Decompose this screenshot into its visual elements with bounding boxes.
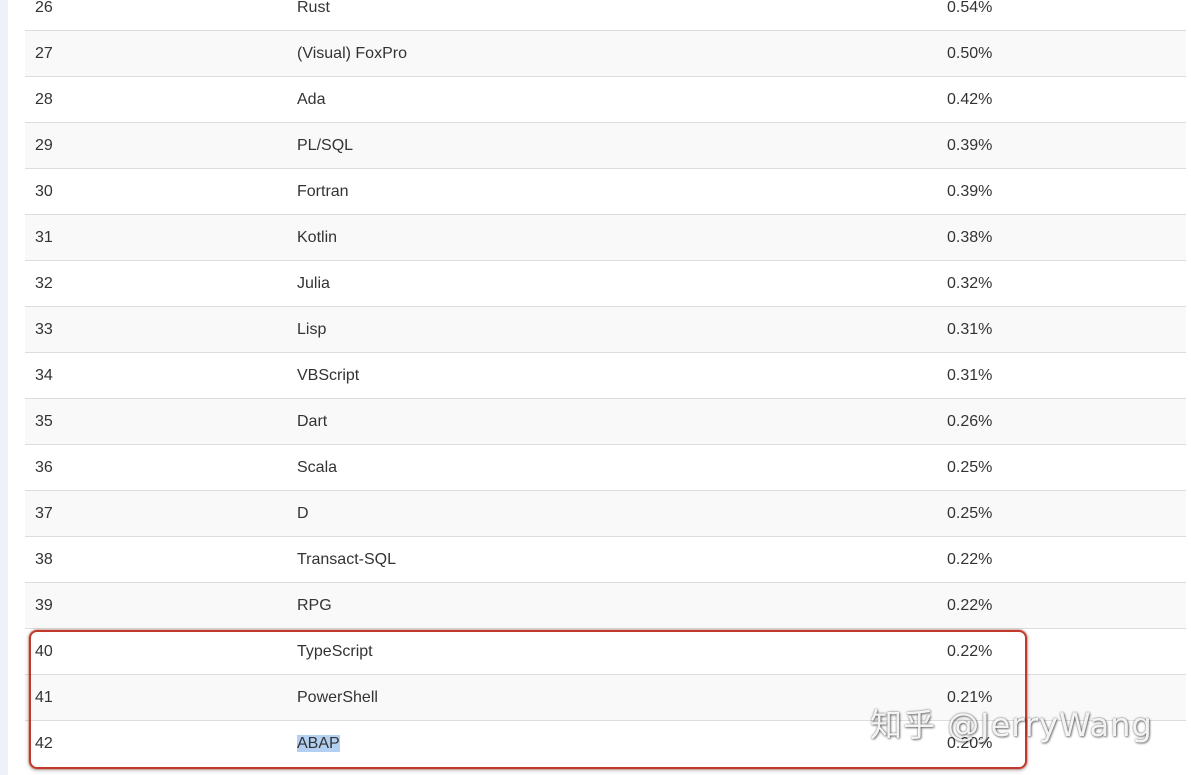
language-cell: Fortran — [297, 169, 349, 214]
language-name: Transact-SQL — [297, 551, 396, 568]
rank-cell: 36 — [35, 459, 53, 476]
language-cell: Dart — [297, 399, 327, 444]
language-cell: Lisp — [297, 307, 326, 352]
rating-cell: 0.22% — [947, 643, 993, 660]
language-name: Rust — [297, 0, 330, 16]
rating-cell: 0.54% — [947, 0, 993, 16]
language-name: PowerShell — [297, 689, 378, 706]
rating-cell: 0.26% — [947, 413, 993, 430]
language-name: VBScript — [297, 367, 360, 384]
rank-cell: 28 — [35, 91, 53, 108]
rank-cell: 41 — [35, 689, 53, 706]
ranking-table: 26 Rust 0.54% 27 (Visual) FoxPro 0.50% 28 Ada 0.… — [25, 0, 1186, 766]
rank-cell: 32 — [35, 275, 53, 292]
language-name: Dart — [297, 413, 328, 430]
rank-cell: 37 — [35, 505, 53, 522]
language-name: PL/SQL — [297, 137, 354, 154]
language-name: Lisp — [297, 321, 327, 338]
language-cell: ABAP — [297, 721, 340, 766]
table-row: 32 Julia 0.32% — [25, 260, 1186, 306]
rank-cell: 30 — [35, 183, 53, 200]
table-row: 35 Dart 0.26% — [25, 398, 1186, 444]
table-row: 37 D 0.25% — [25, 490, 1186, 536]
rank-cell: 42 — [35, 735, 53, 752]
rank-cell: 31 — [35, 229, 53, 246]
language-name: (Visual) FoxPro — [297, 45, 407, 62]
table-row: 28 Ada 0.42% — [25, 76, 1186, 122]
rank-cell: 34 — [35, 367, 53, 384]
language-cell: Rust — [297, 0, 330, 30]
left-sidebar-edge — [0, 0, 8, 775]
language-cell: PowerShell — [297, 675, 378, 720]
table-row: 31 Kotlin 0.38% — [25, 214, 1186, 260]
language-name: TypeScript — [297, 643, 373, 660]
language-name: D — [297, 505, 309, 522]
language-cell: VBScript — [297, 353, 359, 398]
language-cell: Julia — [297, 261, 330, 306]
language-cell: PL/SQL — [297, 123, 353, 168]
table-row: 36 Scala 0.25% — [25, 444, 1186, 490]
rating-cell: 0.31% — [947, 367, 993, 384]
rank-cell: 27 — [35, 45, 53, 62]
rank-cell: 39 — [35, 597, 53, 614]
rating-cell: 0.50% — [947, 45, 993, 62]
table-row: 34 VBScript 0.31% — [25, 352, 1186, 398]
rank-cell: 35 — [35, 413, 53, 430]
language-name: Julia — [297, 275, 330, 292]
language-name: Fortran — [297, 183, 349, 200]
table-row: 33 Lisp 0.31% — [25, 306, 1186, 352]
language-cell: RPG — [297, 583, 332, 628]
table-row: 26 Rust 0.54% — [25, 0, 1186, 30]
table-row: 40 TypeScript 0.22% — [25, 628, 1186, 674]
language-name: Ada — [297, 91, 326, 108]
language-cell: TypeScript — [297, 629, 373, 674]
rating-cell: 0.25% — [947, 459, 993, 476]
table-row: 29 PL/SQL 0.39% — [25, 122, 1186, 168]
table-row: 41 PowerShell 0.21% — [25, 674, 1186, 720]
language-cell: Kotlin — [297, 215, 337, 260]
rank-cell: 38 — [35, 551, 53, 568]
table-row: 38 Transact-SQL 0.22% — [25, 536, 1186, 582]
table-row: 30 Fortran 0.39% — [25, 168, 1186, 214]
selected-language-name: ABAP — [297, 735, 340, 752]
rating-cell: 0.25% — [947, 505, 993, 522]
rank-cell: 40 — [35, 643, 53, 660]
table-row: 39 RPG 0.22% — [25, 582, 1186, 628]
language-cell: Ada — [297, 77, 325, 122]
page: 26 Rust 0.54% 27 (Visual) FoxPro 0.50% 28 Ada 0.… — [0, 0, 1191, 775]
rating-cell: 0.20% — [947, 735, 993, 752]
language-name: RPG — [297, 597, 332, 614]
table-row: 42 ABAP 0.20% — [25, 720, 1186, 766]
language-cell: (Visual) FoxPro — [297, 31, 407, 76]
language-cell: Scala — [297, 445, 337, 490]
rating-cell: 0.32% — [947, 275, 993, 292]
language-cell: D — [297, 491, 309, 536]
table-row: 27 (Visual) FoxPro 0.50% — [25, 30, 1186, 76]
language-name: Scala — [297, 459, 338, 476]
rank-cell: 33 — [35, 321, 53, 338]
rating-cell: 0.39% — [947, 137, 993, 154]
rating-cell: 0.39% — [947, 183, 993, 200]
rating-cell: 0.21% — [947, 689, 993, 706]
rating-cell: 0.22% — [947, 597, 993, 614]
rating-cell: 0.42% — [947, 91, 993, 108]
rank-cell: 29 — [35, 137, 53, 154]
rating-cell: 0.31% — [947, 321, 993, 338]
rating-cell: 0.38% — [947, 229, 993, 246]
language-cell: Transact-SQL — [297, 537, 396, 582]
rank-cell: 26 — [35, 0, 53, 16]
rating-cell: 0.22% — [947, 551, 993, 568]
language-name: Kotlin — [297, 229, 338, 246]
